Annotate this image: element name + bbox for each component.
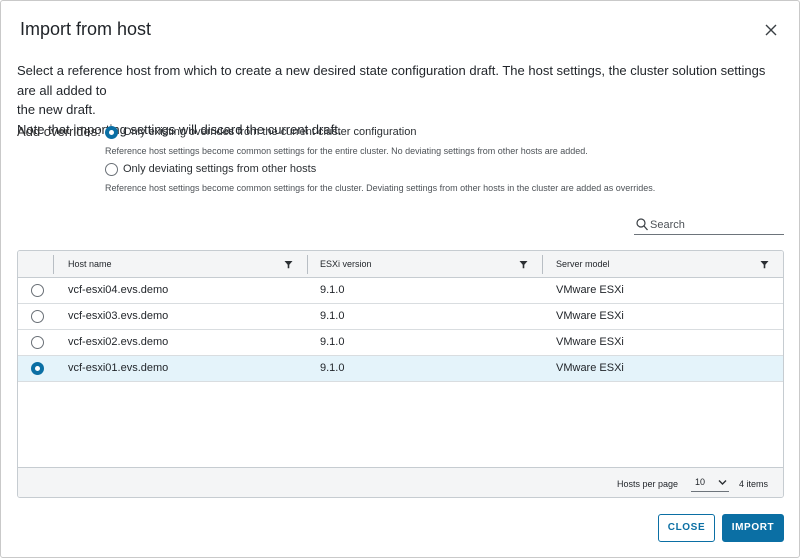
column-header-server-model[interactable]: Server model [556, 259, 610, 269]
table-row-selected[interactable]: vcf-esxi01.evs.demo 9.1.0 VMware ESXi [18, 356, 783, 382]
server-model-cell: VMware ESXi [556, 362, 624, 374]
import-button[interactable]: IMPORT [722, 514, 784, 542]
column-separator[interactable] [307, 255, 308, 274]
search-input[interactable] [650, 217, 780, 233]
hosts-datagrid: Host name ESXi version Server model vcf-… [17, 250, 784, 498]
datagrid-footer: Hosts per page 10 4 items [18, 467, 783, 497]
row-select-radio[interactable] [31, 336, 44, 349]
server-model-cell: VMware ESXi [556, 284, 624, 296]
filter-icon[interactable] [760, 260, 769, 269]
esxi-version-cell: 9.1.0 [320, 310, 345, 322]
row-select-radio[interactable] [31, 362, 44, 375]
table-row[interactable]: vcf-esxi04.evs.demo 9.1.0 VMware ESXi [18, 278, 783, 304]
table-row[interactable]: vcf-esxi02.evs.demo 9.1.0 VMware ESXi [18, 330, 783, 356]
description-line-2: the new draft. [17, 102, 96, 117]
close-button[interactable]: CLOSE [658, 514, 715, 542]
hosts-per-page-value: 10 [695, 477, 706, 487]
description-line-1: Select a reference host from which to cr… [17, 63, 766, 98]
column-separator [53, 255, 54, 274]
override-option-deviating-description: Reference host settings become common se… [105, 183, 656, 193]
server-model-cell: VMware ESXi [556, 310, 624, 322]
server-model-cell: VMware ESXi [556, 336, 624, 348]
hosts-per-page-label: Hosts per page [617, 479, 679, 489]
esxi-version-cell: 9.1.0 [320, 362, 345, 374]
import-from-host-dialog: Import from host Select a reference host… [0, 0, 800, 558]
override-option-deviating-label[interactable]: Only deviating settings from other hosts [123, 163, 316, 175]
dialog-title: Import from host [20, 19, 152, 39]
row-select-radio[interactable] [31, 310, 44, 323]
override-option-existing-description: Reference host settings become common se… [105, 146, 588, 156]
add-overrides-label: Add overrides: [17, 124, 101, 139]
override-option-existing-radio[interactable] [105, 126, 118, 139]
host-name-cell: vcf-esxi04.evs.demo [68, 284, 169, 296]
override-option-deviating-radio[interactable] [105, 163, 118, 176]
column-header-esxi-version[interactable]: ESXi version [320, 259, 372, 269]
esxi-version-cell: 9.1.0 [320, 284, 345, 296]
datagrid-header: Host name ESXi version Server model [18, 251, 783, 278]
filter-icon[interactable] [284, 260, 293, 269]
host-name-cell: vcf-esxi02.evs.demo [68, 336, 169, 348]
column-separator[interactable] [542, 255, 543, 274]
override-option-existing-label[interactable]: Only existing overrides from the current… [123, 126, 416, 138]
esxi-version-cell: 9.1.0 [320, 336, 345, 348]
filter-icon[interactable] [519, 260, 528, 269]
table-row[interactable]: vcf-esxi03.evs.demo 9.1.0 VMware ESXi [18, 304, 783, 330]
chevron-down-icon [718, 480, 727, 485]
items-count: 4 items [739, 479, 769, 489]
hosts-per-page-select[interactable]: 10 [691, 474, 729, 492]
host-name-cell: vcf-esxi03.evs.demo [68, 310, 169, 322]
row-select-radio[interactable] [31, 284, 44, 297]
search-icon [636, 218, 648, 231]
host-name-cell: vcf-esxi01.evs.demo [68, 362, 169, 374]
column-header-host-name[interactable]: Host name [68, 259, 112, 269]
search-field[interactable] [634, 216, 784, 235]
close-icon[interactable] [763, 22, 779, 38]
